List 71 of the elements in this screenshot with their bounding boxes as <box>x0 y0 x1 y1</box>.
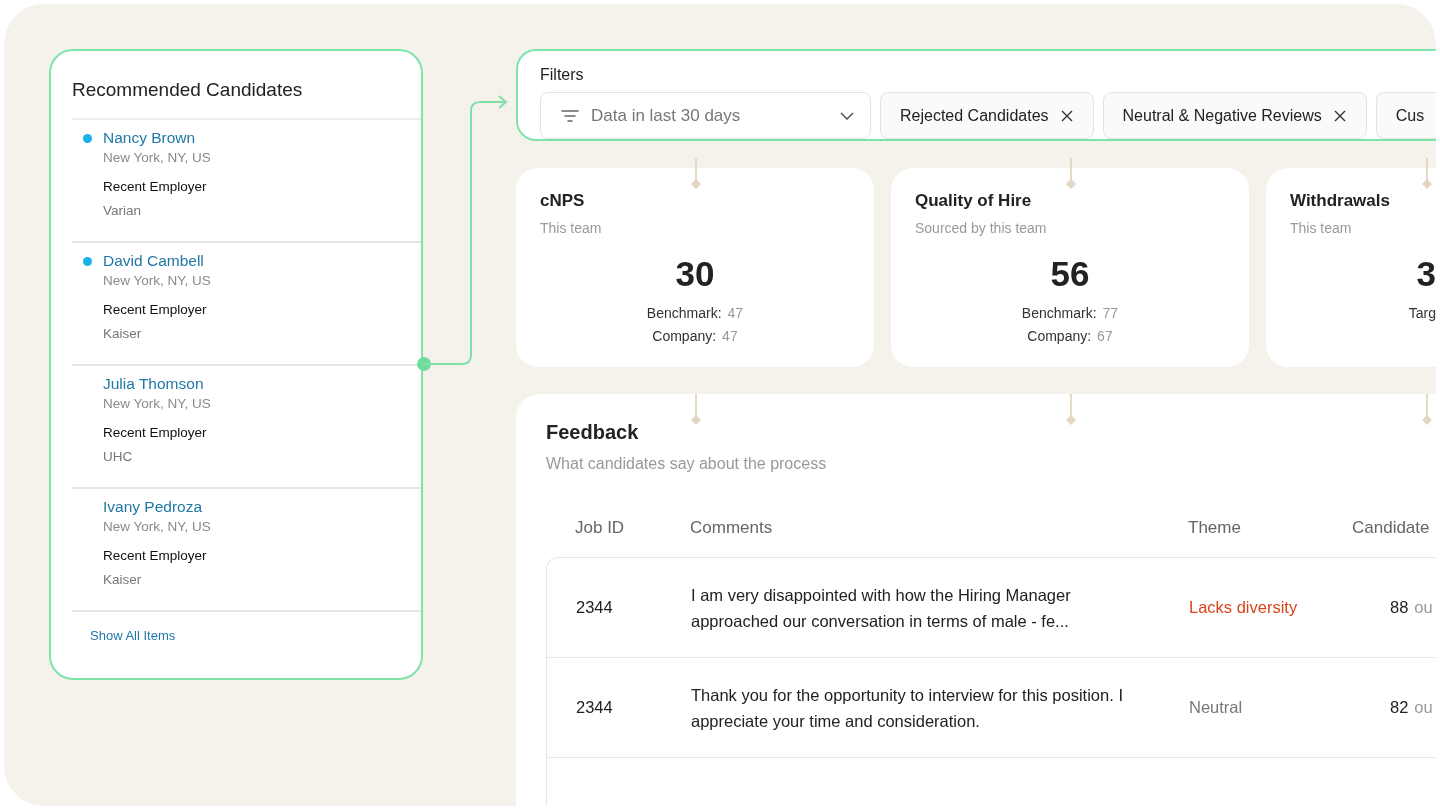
candidate-name[interactable]: David Cambell <box>103 252 204 270</box>
metric-value: 3 <box>1416 253 1436 295</box>
column-header: Comments <box>690 518 774 538</box>
employer-label: Recent Employer <box>103 548 208 563</box>
metric-value: 56 <box>1050 253 1090 295</box>
candidate-location: New York, NY, US <box>103 519 212 534</box>
candidate-location: New York, NY, US <box>103 150 212 165</box>
filter-chip[interactable]: Rejected Candidates <box>880 92 1094 139</box>
job-id-cell-text: 2344 <box>576 598 614 617</box>
candidate-name[interactable]: Julia Thomson <box>103 375 204 393</box>
employer-name: Varian <box>103 203 143 218</box>
metric-label: Benchmark: <box>1021 305 1097 321</box>
panel-title: Recommended Candidates <box>72 79 304 102</box>
column-header: Theme <box>1188 518 1242 538</box>
employer-name: UHC <box>103 449 134 464</box>
score-value: 82 <box>1390 698 1409 717</box>
metric-label: Benchmark: <box>646 305 722 321</box>
candidate-location: New York, NY, US <box>103 273 212 288</box>
metric-label: Company: <box>652 328 717 344</box>
theme-cell-text: Lacks diversity <box>1189 598 1299 617</box>
column-header: Job ID <box>575 518 626 538</box>
candidate-item[interactable]: David Cambell New York, NY, US Recent Employer Kaiser <box>72 243 421 366</box>
score-value: 88 <box>1390 598 1409 617</box>
connector-line <box>691 393 701 425</box>
metric-label: Targ <box>1408 305 1436 321</box>
score-suffix: ou <box>1414 698 1433 717</box>
employer-label: Recent Employer <box>103 179 208 194</box>
candidate-name[interactable]: Nancy Brown <box>103 129 196 147</box>
metric-reading: 47 <box>722 328 738 344</box>
candidate-location: New York, NY, US <box>103 396 212 411</box>
metric-subtitle: This team <box>540 220 603 236</box>
job-id-cell-text: 2344 <box>576 698 614 717</box>
close-icon[interactable] <box>1333 109 1346 122</box>
metric-reading: 67 <box>1097 328 1113 344</box>
show-all-link[interactable]: Show All Items <box>90 628 176 643</box>
comment-cell-text: I am very disappointed with how the Hiring Manager approached our conversation in terms of male - fe... <box>691 584 1072 632</box>
theme-cell-text: Neutral <box>1189 698 1244 717</box>
period-dropdown[interactable]: Data in last 30 days <box>540 92 871 139</box>
close-icon[interactable] <box>1060 109 1073 122</box>
connector-line <box>1422 393 1432 425</box>
metric-reading: 47 <box>727 305 744 321</box>
metric-label: Company: <box>1027 328 1092 344</box>
candidate-item[interactable]: Julia Thomson New York, NY, US Recent Employer UHC <box>72 366 421 489</box>
comment-cell-text: Thank you for the opportunity to interview for this position. I appreciate your time and consideration. <box>691 684 1124 732</box>
employer-label: Recent Employer <box>103 302 208 317</box>
metric-title: Quality of Hire <box>915 191 1033 211</box>
filters-label: Filters <box>540 66 585 84</box>
employer-name: Kaiser <box>103 326 143 341</box>
connector-line <box>1066 157 1076 189</box>
column-header: Candidate <box>1352 518 1431 538</box>
metric-reading: 77 <box>1102 305 1119 321</box>
metric-value: 30 <box>675 253 715 295</box>
score-suffix: ou <box>1414 598 1433 617</box>
candidate-name[interactable]: Ivany Pedroza <box>103 498 203 516</box>
employer-name: Kaiser <box>103 572 143 587</box>
feedback-title: Feedback <box>546 421 640 444</box>
filter-icon <box>561 109 579 122</box>
employer-label: Recent Employer <box>103 425 208 440</box>
metric-subtitle: This team <box>1290 220 1353 236</box>
connector-line <box>691 157 701 189</box>
connector-line <box>1422 157 1432 189</box>
filter-chip[interactable]: Cus <box>1375 92 1436 139</box>
filter-chip[interactable]: Neutral & Negative Reviews <box>1102 92 1367 139</box>
metric-subtitle: Sourced by this team <box>915 220 1048 236</box>
candidate-item[interactable]: Nancy Brown New York, NY, US Recent Employer Varian <box>72 120 421 243</box>
chevron-down-icon <box>840 111 854 120</box>
metric-title: Withdrawals <box>1290 191 1391 211</box>
metric-title: cNPS <box>540 191 586 211</box>
connector-line <box>1066 393 1076 425</box>
feedback-subtitle: What candidates say about the process <box>546 455 828 473</box>
candidate-item[interactable]: Ivany Pedroza New York, NY, US Recent Employer Kaiser <box>72 489 421 612</box>
